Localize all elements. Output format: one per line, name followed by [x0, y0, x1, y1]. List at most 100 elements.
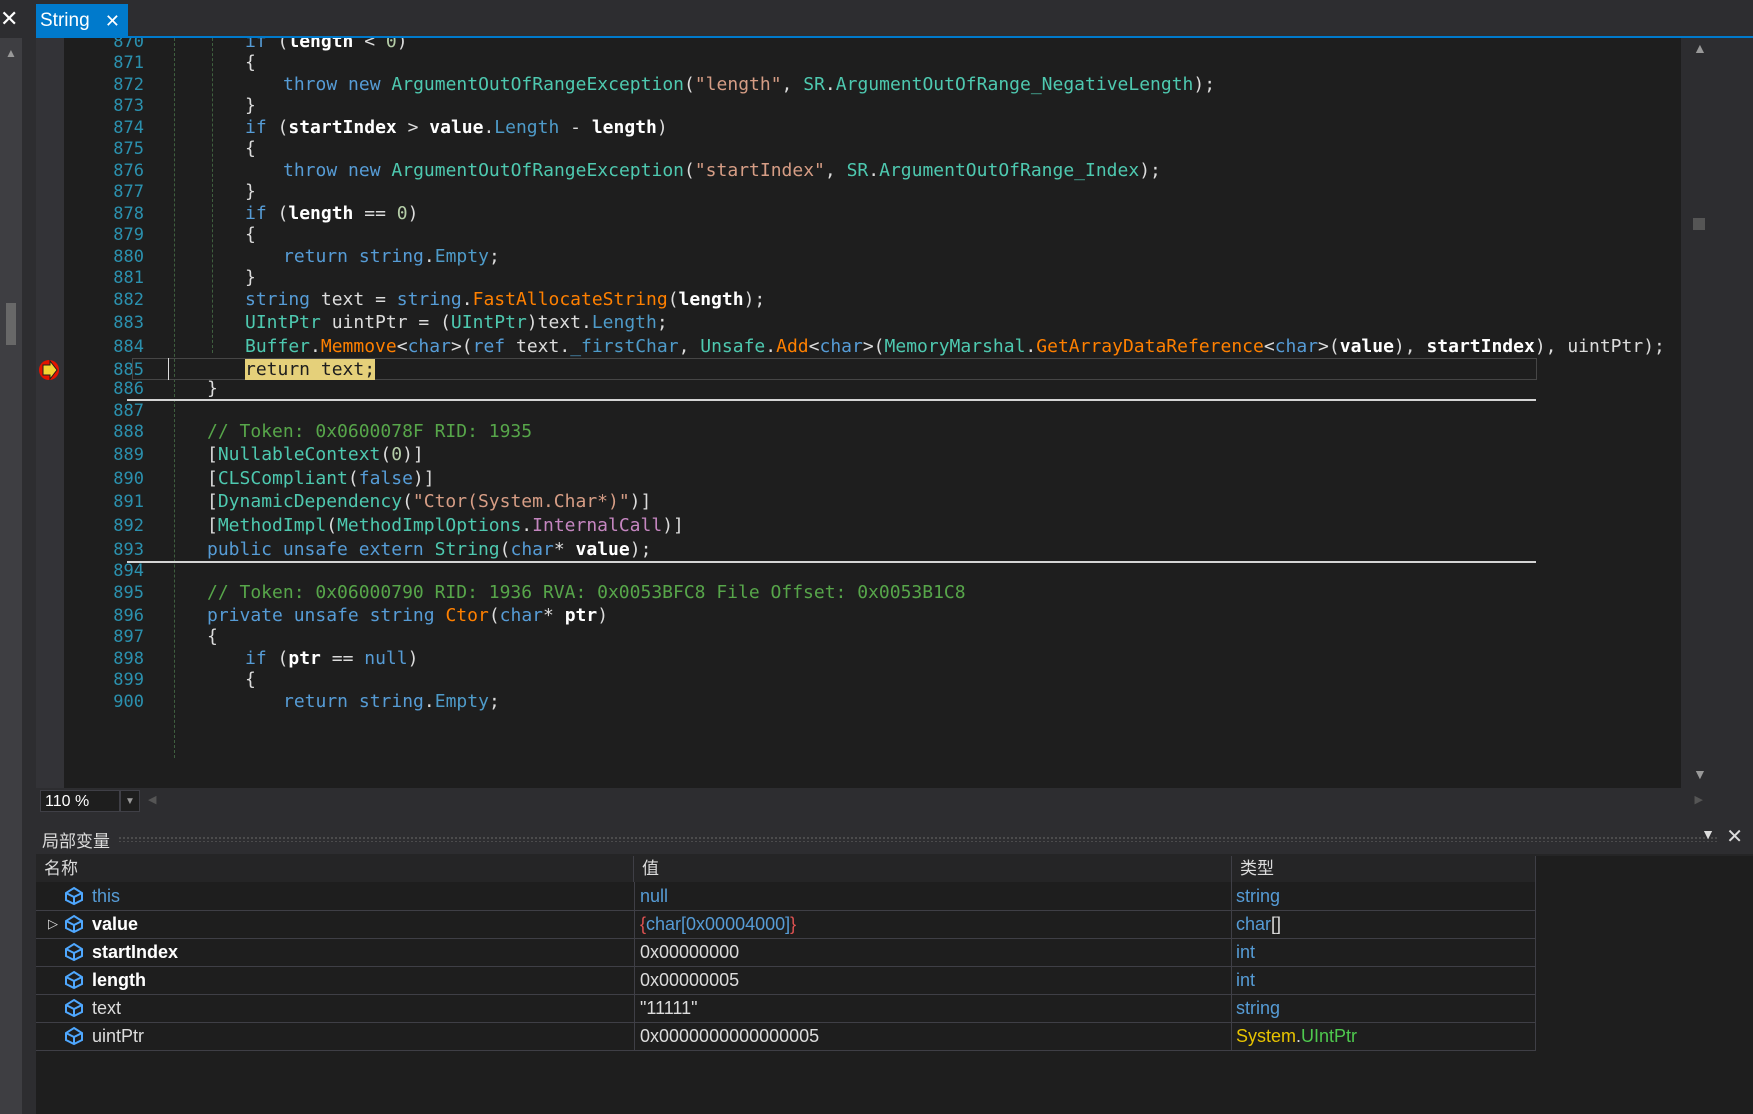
- code-line-889: [NullableContext(0)]: [207, 444, 424, 465]
- line-number: 889: [113, 445, 144, 465]
- code-line-883: UIntPtr uintPtr = (UIntPtr)text.Length;: [245, 312, 668, 333]
- code-line-882: string text = string.FastAllocateString(…: [245, 289, 766, 310]
- chevron-down-icon[interactable]: ▼: [120, 790, 140, 812]
- tab-label: String: [40, 10, 90, 31]
- line-number: 895: [113, 583, 144, 603]
- editor-bottom-bar: 110 % ▼ ◀ ▶: [36, 788, 1717, 814]
- scroll-up-icon[interactable]: ▲: [5, 46, 17, 60]
- editor-vertical-scrollbar[interactable]: ▲ ▼: [1681, 38, 1717, 788]
- code-line-876: throw new ArgumentOutOfRangeException("s…: [283, 160, 1161, 181]
- line-number: 882: [113, 290, 144, 310]
- local-variable-icon: [65, 886, 83, 906]
- left-scroll-strip[interactable]: ▲: [0, 38, 22, 1114]
- locals-title: 局部变量: [42, 832, 110, 851]
- locals-title-bar[interactable]: 局部变量 ▼ ✕: [36, 822, 1753, 854]
- type-cell: char[]: [1232, 910, 1536, 938]
- code-line-871: {: [245, 52, 256, 73]
- code-line-899: {: [245, 669, 256, 690]
- code-line-900: return string.Empty;: [283, 691, 500, 712]
- local-variable-icon: [65, 1026, 83, 1046]
- column-header-value[interactable]: 值: [634, 856, 1232, 882]
- document-tab-bar: ✕ String ✕: [0, 0, 1753, 38]
- code-line-870: if (length < 0): [245, 38, 408, 52]
- scroll-marker: [1693, 218, 1705, 230]
- local-variable-icon: [65, 998, 83, 1018]
- indent-guide: [174, 38, 175, 758]
- code-line-873: }: [245, 95, 256, 116]
- type-cell: System.UIntPtr: [1232, 1022, 1536, 1050]
- code-line-879: {: [245, 224, 256, 245]
- line-number: 881: [113, 268, 144, 288]
- line-number: 875: [113, 139, 144, 159]
- caret: [168, 358, 169, 380]
- code-editor[interactable]: 870 871 872 873 874 875 876 877 878 879 880 881 882 8…: [36, 38, 1717, 788]
- chevron-down-icon[interactable]: ▼: [1701, 826, 1715, 842]
- table-row[interactable]: length 0x00000005 int: [36, 966, 1536, 995]
- code-line-881: }: [245, 267, 256, 288]
- code-line-880: return string.Empty;: [283, 246, 500, 267]
- line-number: 877: [113, 182, 144, 202]
- tab-string[interactable]: String ✕: [36, 4, 128, 38]
- line-number: 891: [113, 492, 144, 512]
- value-cell: {char[0x00004000]}: [634, 910, 1232, 938]
- line-number: 883: [113, 313, 144, 333]
- scroll-left-icon[interactable]: ◀: [148, 793, 156, 806]
- line-number: 884: [113, 337, 144, 357]
- code-line-897: {: [207, 626, 218, 647]
- line-number: 886: [113, 379, 144, 399]
- local-variable-icon: [65, 914, 83, 934]
- expand-arrow-icon[interactable]: ▷: [48, 910, 58, 938]
- table-row[interactable]: text "11111" string: [36, 994, 1536, 1023]
- tab-close-icon[interactable]: ✕: [105, 4, 120, 38]
- table-row[interactable]: this null string: [36, 882, 1536, 911]
- code-line-886: }: [207, 378, 218, 399]
- table-row[interactable]: uintPtr 0x0000000000000005 System.UIntPt…: [36, 1022, 1536, 1051]
- code-line-888: // Token: 0x0600078F RID: 1935: [207, 421, 533, 442]
- table-row[interactable]: startIndex 0x00000000 int: [36, 938, 1536, 967]
- line-number: 873: [113, 96, 144, 116]
- locals-grid: 名称 值 类型 this null string ▷ value {char[0x…: [36, 856, 1753, 1114]
- line-number: 897: [113, 627, 144, 647]
- line-number: 890: [113, 469, 144, 489]
- scroll-right-icon[interactable]: ▶: [1695, 793, 1703, 806]
- method-separator: [127, 399, 1536, 401]
- line-number: 871: [113, 53, 144, 73]
- code-line-891: [DynamicDependency("Ctor(System.Char*)")…: [207, 491, 652, 512]
- title-grip[interactable]: [118, 836, 1718, 842]
- table-row[interactable]: ▷ value {char[0x00004000]} char[]: [36, 910, 1536, 939]
- line-number: 879: [113, 225, 144, 245]
- zoom-level[interactable]: 110 %: [40, 790, 120, 812]
- code-line-890: [CLSCompliant(false)]: [207, 468, 435, 489]
- code-line-872: throw new ArgumentOutOfRangeException("l…: [283, 74, 1216, 95]
- line-number: 899: [113, 670, 144, 690]
- code-line-874: if (startIndex > value.Length - length): [245, 117, 668, 138]
- indent-guide: [212, 38, 213, 353]
- locals-window: 局部变量 ▼ ✕ 名称 值 类型 this null string ▷ value…: [36, 822, 1753, 1114]
- column-header-type[interactable]: 类型: [1232, 856, 1536, 882]
- glyph-margin[interactable]: [36, 38, 64, 788]
- scroll-up-icon[interactable]: ▲: [1693, 40, 1707, 56]
- local-variable-icon: [65, 942, 83, 962]
- line-number: 892: [113, 516, 144, 536]
- code-line-895: // Token: 0x06000790 RID: 1936 RVA: 0x00…: [207, 582, 966, 603]
- code-line-878: if (length == 0): [245, 203, 419, 224]
- column-header-name[interactable]: 名称: [36, 856, 634, 882]
- method-separator: [127, 561, 1536, 563]
- scroll-down-icon[interactable]: ▼: [1693, 766, 1707, 782]
- code-line-877: }: [245, 181, 256, 202]
- code-line-896: private unsafe string Ctor(char* ptr): [207, 605, 609, 626]
- code-line-875: {: [245, 138, 256, 159]
- scroll-thumb[interactable]: [6, 303, 16, 345]
- current-statement-breakpoint-icon[interactable]: [36, 38, 64, 788]
- line-number: 900: [113, 692, 144, 712]
- code-line-884: Buffer.Memmove<char>(ref text._firstChar…: [245, 336, 1665, 357]
- line-number: 888: [113, 422, 144, 442]
- close-icon[interactable]: ✕: [0, 0, 18, 38]
- code-line-885: return text;: [245, 359, 376, 380]
- local-variable-icon: [65, 970, 83, 990]
- line-number-gutter: 870 871 872 873 874 875 876 877 878 879 880 881 882 8…: [64, 38, 152, 788]
- code-line-898: if (ptr == null): [245, 648, 419, 669]
- code-line-893: public unsafe extern String(char* value)…: [207, 539, 652, 560]
- close-icon[interactable]: ✕: [1726, 824, 1743, 849]
- code-line-892: [MethodImpl(MethodImplOptions.InternalCa…: [207, 515, 684, 536]
